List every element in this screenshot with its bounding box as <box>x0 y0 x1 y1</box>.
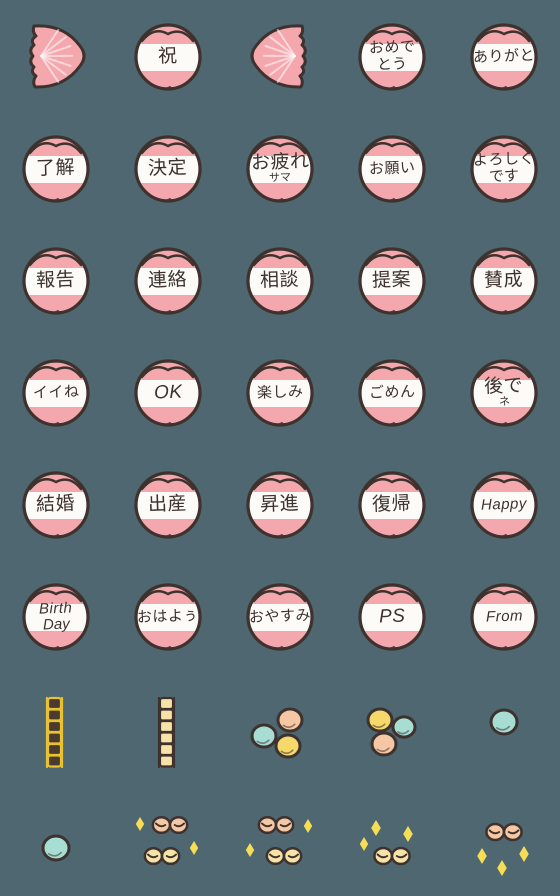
sticker-cell-9[interactable]: お願い <box>336 112 448 224</box>
sticker-cell-2[interactable]: 祝 <box>112 0 224 112</box>
sticker-cell-19[interactable]: ごめん <box>336 336 448 448</box>
sticker-cell-7[interactable]: 決定 <box>112 112 224 224</box>
sticker-cell-28[interactable]: おやすみ <box>224 560 336 672</box>
sticker-cell-4[interactable]: おめで とう <box>336 0 448 112</box>
sticker-cell-38[interactable] <box>224 784 336 896</box>
sticker-art-fan <box>8 8 104 104</box>
sticker-cell-13[interactable]: 相談 <box>224 224 336 336</box>
sticker-art-badge: 提案 <box>344 232 440 328</box>
sticker-art-bow-sparkle2 <box>456 792 552 888</box>
sticker-art-bows-2a <box>120 792 216 888</box>
sticker-cell-36[interactable] <box>0 784 112 896</box>
sticker-art-badge: おやすみ <box>232 568 328 664</box>
sticker-cell-16[interactable]: イイね <box>0 336 112 448</box>
sticker-art-badge: お疲れ サマ <box>232 120 328 216</box>
sticker-art-badge: 報告 <box>8 232 104 328</box>
sticker-art-badge: Birth Day <box>8 568 104 664</box>
sticker-art-balloons-3b <box>344 680 440 776</box>
sticker-art-badge: お願い <box>344 120 440 216</box>
sticker-cell-35[interactable] <box>448 672 560 784</box>
sticker-cell-12[interactable]: 連絡 <box>112 224 224 336</box>
sticker-cell-21[interactable]: 結婚 <box>0 448 112 560</box>
sticker-art-chain-cream <box>120 680 216 776</box>
sticker-cell-31[interactable] <box>0 672 112 784</box>
sticker-art-badge: イイね <box>8 344 104 440</box>
sticker-cell-34[interactable] <box>336 672 448 784</box>
sticker-art-badge: 連絡 <box>120 232 216 328</box>
sticker-cell-27[interactable]: おはよぅ <box>112 560 224 672</box>
sticker-cell-26[interactable]: Birth Day <box>0 560 112 672</box>
sticker-art-badge: 決定 <box>120 120 216 216</box>
sticker-art-badge: おはよぅ <box>120 568 216 664</box>
sticker-cell-1[interactable] <box>0 0 112 112</box>
sticker-cell-29[interactable]: PS <box>336 560 448 672</box>
sticker-cell-37[interactable] <box>112 784 224 896</box>
sticker-art-bow-sparkle <box>344 792 440 888</box>
sticker-cell-32[interactable] <box>112 672 224 784</box>
sticker-art-badge: From <box>456 568 552 664</box>
sticker-art-balloon-1 <box>456 680 552 776</box>
sticker-art-balloon-1b <box>8 792 104 888</box>
sticker-art-badge: 結婚 <box>8 456 104 552</box>
sticker-cell-15[interactable]: 賛成 <box>448 224 560 336</box>
sticker-art-badge: 出産 <box>120 456 216 552</box>
sticker-art-badge: 祝 <box>120 8 216 104</box>
sticker-art-chain-dark <box>8 680 104 776</box>
sticker-cell-30[interactable]: From <box>448 560 560 672</box>
sticker-cell-40[interactable] <box>448 784 560 896</box>
sticker-art-badge: おめで とう <box>344 8 440 104</box>
sticker-art-badge: ごめん <box>344 344 440 440</box>
sticker-grid: 祝 おめで とう ありがと了解 決定 お疲れ サマ お願い よろしく です報告 連絡 相談 提案 賛成イイ… <box>0 0 560 896</box>
sticker-cell-33[interactable] <box>224 672 336 784</box>
sticker-cell-22[interactable]: 出産 <box>112 448 224 560</box>
sticker-cell-20[interactable]: 後でネ <box>448 336 560 448</box>
sticker-cell-18[interactable]: 楽しみ <box>224 336 336 448</box>
sticker-art-bows-2b <box>232 792 328 888</box>
sticker-art-badge: Happy <box>456 456 552 552</box>
sticker-art-badge: OK <box>120 344 216 440</box>
sticker-art-badge: 後でネ <box>456 344 552 440</box>
sticker-cell-8[interactable]: お疲れ サマ <box>224 112 336 224</box>
sticker-cell-5[interactable]: ありがと <box>448 0 560 112</box>
sticker-art-balloons-3a <box>232 680 328 776</box>
sticker-art-badge: よろしく です <box>456 120 552 216</box>
sticker-cell-6[interactable]: 了解 <box>0 112 112 224</box>
sticker-art-fan <box>232 8 328 104</box>
sticker-art-badge: 了解 <box>8 120 104 216</box>
sticker-cell-17[interactable]: OK <box>112 336 224 448</box>
sticker-art-badge: 賛成 <box>456 232 552 328</box>
sticker-cell-39[interactable] <box>336 784 448 896</box>
sticker-art-badge: 昇進 <box>232 456 328 552</box>
sticker-cell-10[interactable]: よろしく です <box>448 112 560 224</box>
sticker-art-badge: 復帰 <box>344 456 440 552</box>
sticker-cell-11[interactable]: 報告 <box>0 224 112 336</box>
sticker-art-badge: ありがと <box>456 8 552 104</box>
sticker-art-badge: 楽しみ <box>232 344 328 440</box>
sticker-cell-14[interactable]: 提案 <box>336 224 448 336</box>
sticker-cell-25[interactable]: Happy <box>448 448 560 560</box>
sticker-cell-23[interactable]: 昇進 <box>224 448 336 560</box>
sticker-cell-3[interactable] <box>224 0 336 112</box>
sticker-cell-24[interactable]: 復帰 <box>336 448 448 560</box>
sticker-art-badge: PS <box>344 568 440 664</box>
sticker-art-badge: 相談 <box>232 232 328 328</box>
